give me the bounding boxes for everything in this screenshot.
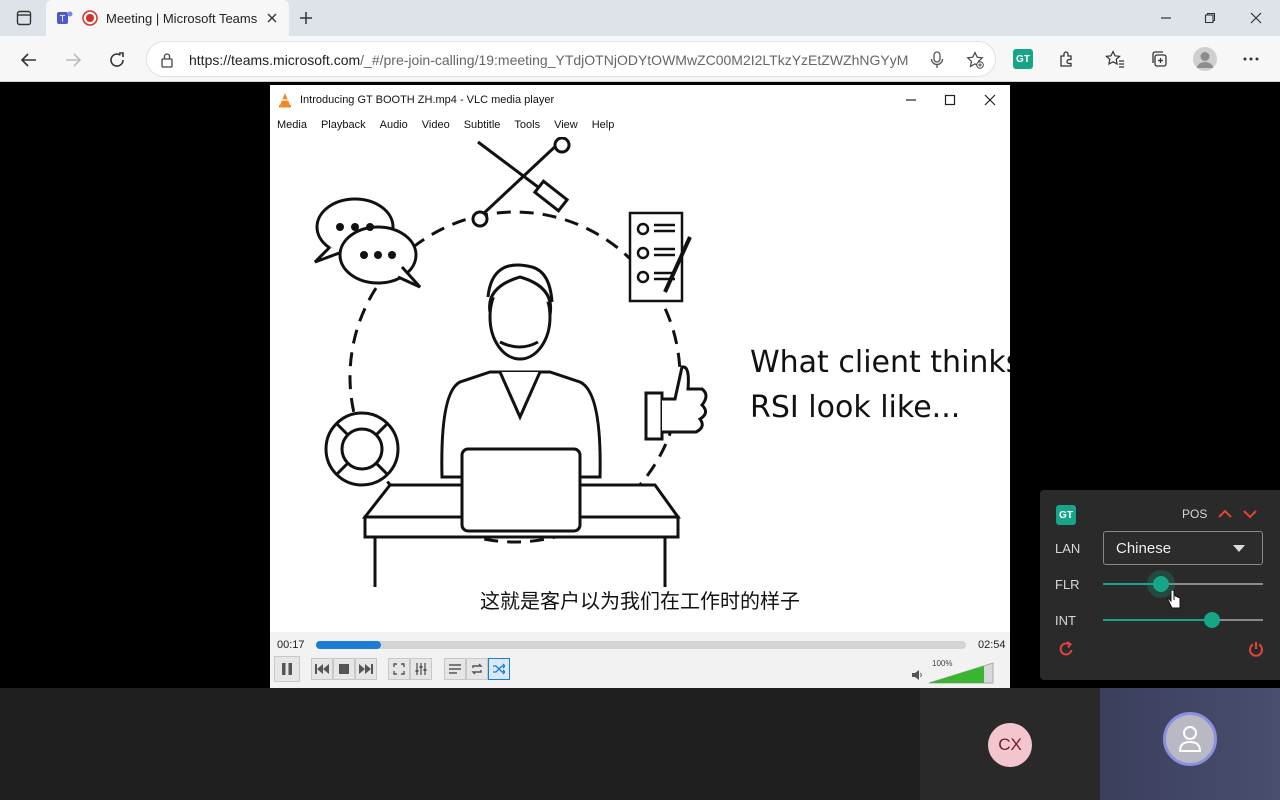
menu-view[interactable]: View — [547, 117, 585, 137]
video-caption-line-1: What client thinks — [750, 345, 1010, 380]
int-slider-fill — [1103, 619, 1212, 621]
favorite-add-icon[interactable] — [965, 50, 985, 70]
person-icon — [1178, 726, 1202, 752]
close-window-icon[interactable] — [1246, 8, 1266, 28]
pause-icon — [282, 663, 292, 675]
loop-icon — [471, 663, 483, 675]
vlc-cone-icon — [278, 92, 292, 108]
support-agent-illustration: What client thinks RSI look like... — [313, 137, 1010, 587]
video-frame[interactable]: What client thinks RSI look like... 这就是客… — [270, 137, 1010, 632]
gt-extension-icon[interactable]: GT — [1013, 49, 1033, 69]
minimize-icon[interactable] — [1156, 8, 1176, 28]
total-duration: 02:54 — [978, 639, 1006, 651]
flr-label: FLR — [1055, 577, 1080, 592]
microphone-icon[interactable] — [927, 50, 947, 70]
flr-slider-fill — [1103, 583, 1161, 585]
menu-tools[interactable]: Tools — [507, 117, 547, 137]
vlc-window-title: Introducing GT BOOTH ZH.mp4 - VLC media … — [300, 94, 555, 106]
self-avatar[interactable] — [1163, 712, 1217, 766]
menu-video[interactable]: Video — [415, 117, 457, 137]
profile-avatar[interactable] — [1193, 47, 1217, 71]
gt-control-panel: GT POS LAN Chinese FLR INT — [1040, 490, 1280, 680]
vlc-menu-bar: Media Playback Audio Video Subtitle Tool… — [270, 117, 621, 137]
hand-cursor-icon — [1167, 590, 1181, 609]
forward-icon[interactable] — [62, 49, 84, 71]
pause-button[interactable] — [274, 656, 300, 682]
extensions-icon[interactable] — [1056, 48, 1078, 70]
int-label: INT — [1055, 613, 1076, 628]
vlc-close-icon[interactable] — [983, 93, 997, 107]
refresh-icon[interactable] — [106, 49, 128, 71]
pos-down-icon[interactable] — [1242, 506, 1258, 522]
skip-forward-icon — [359, 664, 373, 674]
pos-up-icon[interactable] — [1217, 506, 1233, 522]
stop-icon — [339, 664, 349, 674]
volume-icon[interactable] — [910, 668, 924, 682]
new-tab-icon[interactable] — [296, 8, 316, 28]
tab-actions-icon[interactable] — [14, 8, 34, 28]
vlc-minimize-icon[interactable] — [904, 93, 918, 107]
extended-settings-button[interactable] — [410, 658, 432, 680]
shuffle-button[interactable] — [488, 658, 510, 680]
recording-icon — [82, 10, 98, 26]
browser-tab-strip: T Meeting | Microsoft Teams — [0, 0, 1280, 36]
menu-media[interactable]: Media — [270, 117, 314, 137]
teams-icon: T — [56, 9, 74, 27]
tab-title: Meeting | Microsoft Teams — [106, 10, 258, 26]
menu-subtitle[interactable]: Subtitle — [457, 117, 508, 137]
equalizer-icon — [415, 663, 427, 675]
vlc-window: Introducing GT BOOTH ZH.mp4 - VLC media … — [270, 85, 1010, 688]
power-icon[interactable] — [1247, 640, 1265, 658]
gt-extension-label: GT — [1016, 53, 1030, 65]
more-menu-icon[interactable] — [1240, 48, 1262, 70]
video-caption-line-2: RSI look like... — [750, 390, 960, 425]
pos-label: POS — [1182, 507, 1208, 521]
flr-slider[interactable] — [1103, 576, 1263, 592]
menu-help[interactable]: Help — [585, 117, 622, 137]
dropdown-arrow-icon — [1233, 545, 1245, 552]
close-tab-icon[interactable] — [264, 10, 280, 26]
fullscreen-icon — [393, 663, 405, 675]
svg-text:T: T — [60, 14, 66, 24]
seek-bar[interactable] — [316, 641, 966, 649]
participant-avatar-cx[interactable]: CX — [988, 723, 1032, 767]
language-select[interactable]: Chinese — [1103, 531, 1263, 565]
next-button[interactable] — [355, 658, 377, 680]
lock-icon[interactable] — [159, 51, 175, 69]
address-bar[interactable]: https://teams.microsoft.com/_#/pre-join-… — [146, 41, 996, 77]
favorites-icon[interactable] — [1104, 48, 1126, 70]
url-host: https://teams.microsoft.com — [189, 52, 361, 68]
volume-slider[interactable] — [928, 662, 994, 684]
int-slider[interactable] — [1103, 612, 1263, 628]
menu-audio[interactable]: Audio — [373, 117, 415, 137]
fullscreen-button[interactable] — [388, 658, 410, 680]
previous-button[interactable] — [311, 658, 333, 680]
shuffle-icon — [493, 663, 505, 675]
back-icon[interactable] — [18, 49, 40, 71]
tab-meeting[interactable]: T Meeting | Microsoft Teams — [46, 0, 289, 36]
restore-icon[interactable] — [1200, 8, 1220, 28]
reset-icon[interactable] — [1057, 640, 1075, 658]
playlist-button[interactable] — [444, 658, 466, 680]
vlc-titlebar: Introducing GT BOOTH ZH.mp4 - VLC media … — [270, 85, 1010, 115]
menu-playback[interactable]: Playback — [314, 117, 373, 137]
video-subtitle: 这就是客户以为我们在工作时的样子 — [480, 589, 800, 613]
browser-toolbar: https://teams.microsoft.com/_#/pre-join-… — [0, 36, 1280, 82]
skip-back-icon — [315, 664, 329, 674]
seek-progress — [316, 641, 381, 649]
url-text[interactable]: https://teams.microsoft.com/_#/pre-join-… — [189, 52, 909, 68]
stop-button[interactable] — [333, 658, 355, 680]
elapsed-time: 00:17 — [277, 639, 305, 651]
gt-logo-text: GT — [1059, 509, 1073, 521]
playlist-icon — [449, 664, 461, 674]
url-path: /_#/pre-join-calling/19:meeting_YTdjOTNj… — [360, 52, 909, 68]
lan-label: LAN — [1055, 541, 1081, 556]
gt-logo: GT — [1056, 505, 1076, 525]
collections-icon[interactable] — [1148, 48, 1170, 70]
vlc-maximize-icon[interactable] — [943, 93, 957, 107]
loop-button[interactable] — [466, 658, 488, 680]
vlc-controls: 00:17 02:54 100% — [270, 632, 1010, 688]
int-slider-handle[interactable] — [1203, 612, 1220, 628]
language-value: Chinese — [1116, 540, 1172, 557]
